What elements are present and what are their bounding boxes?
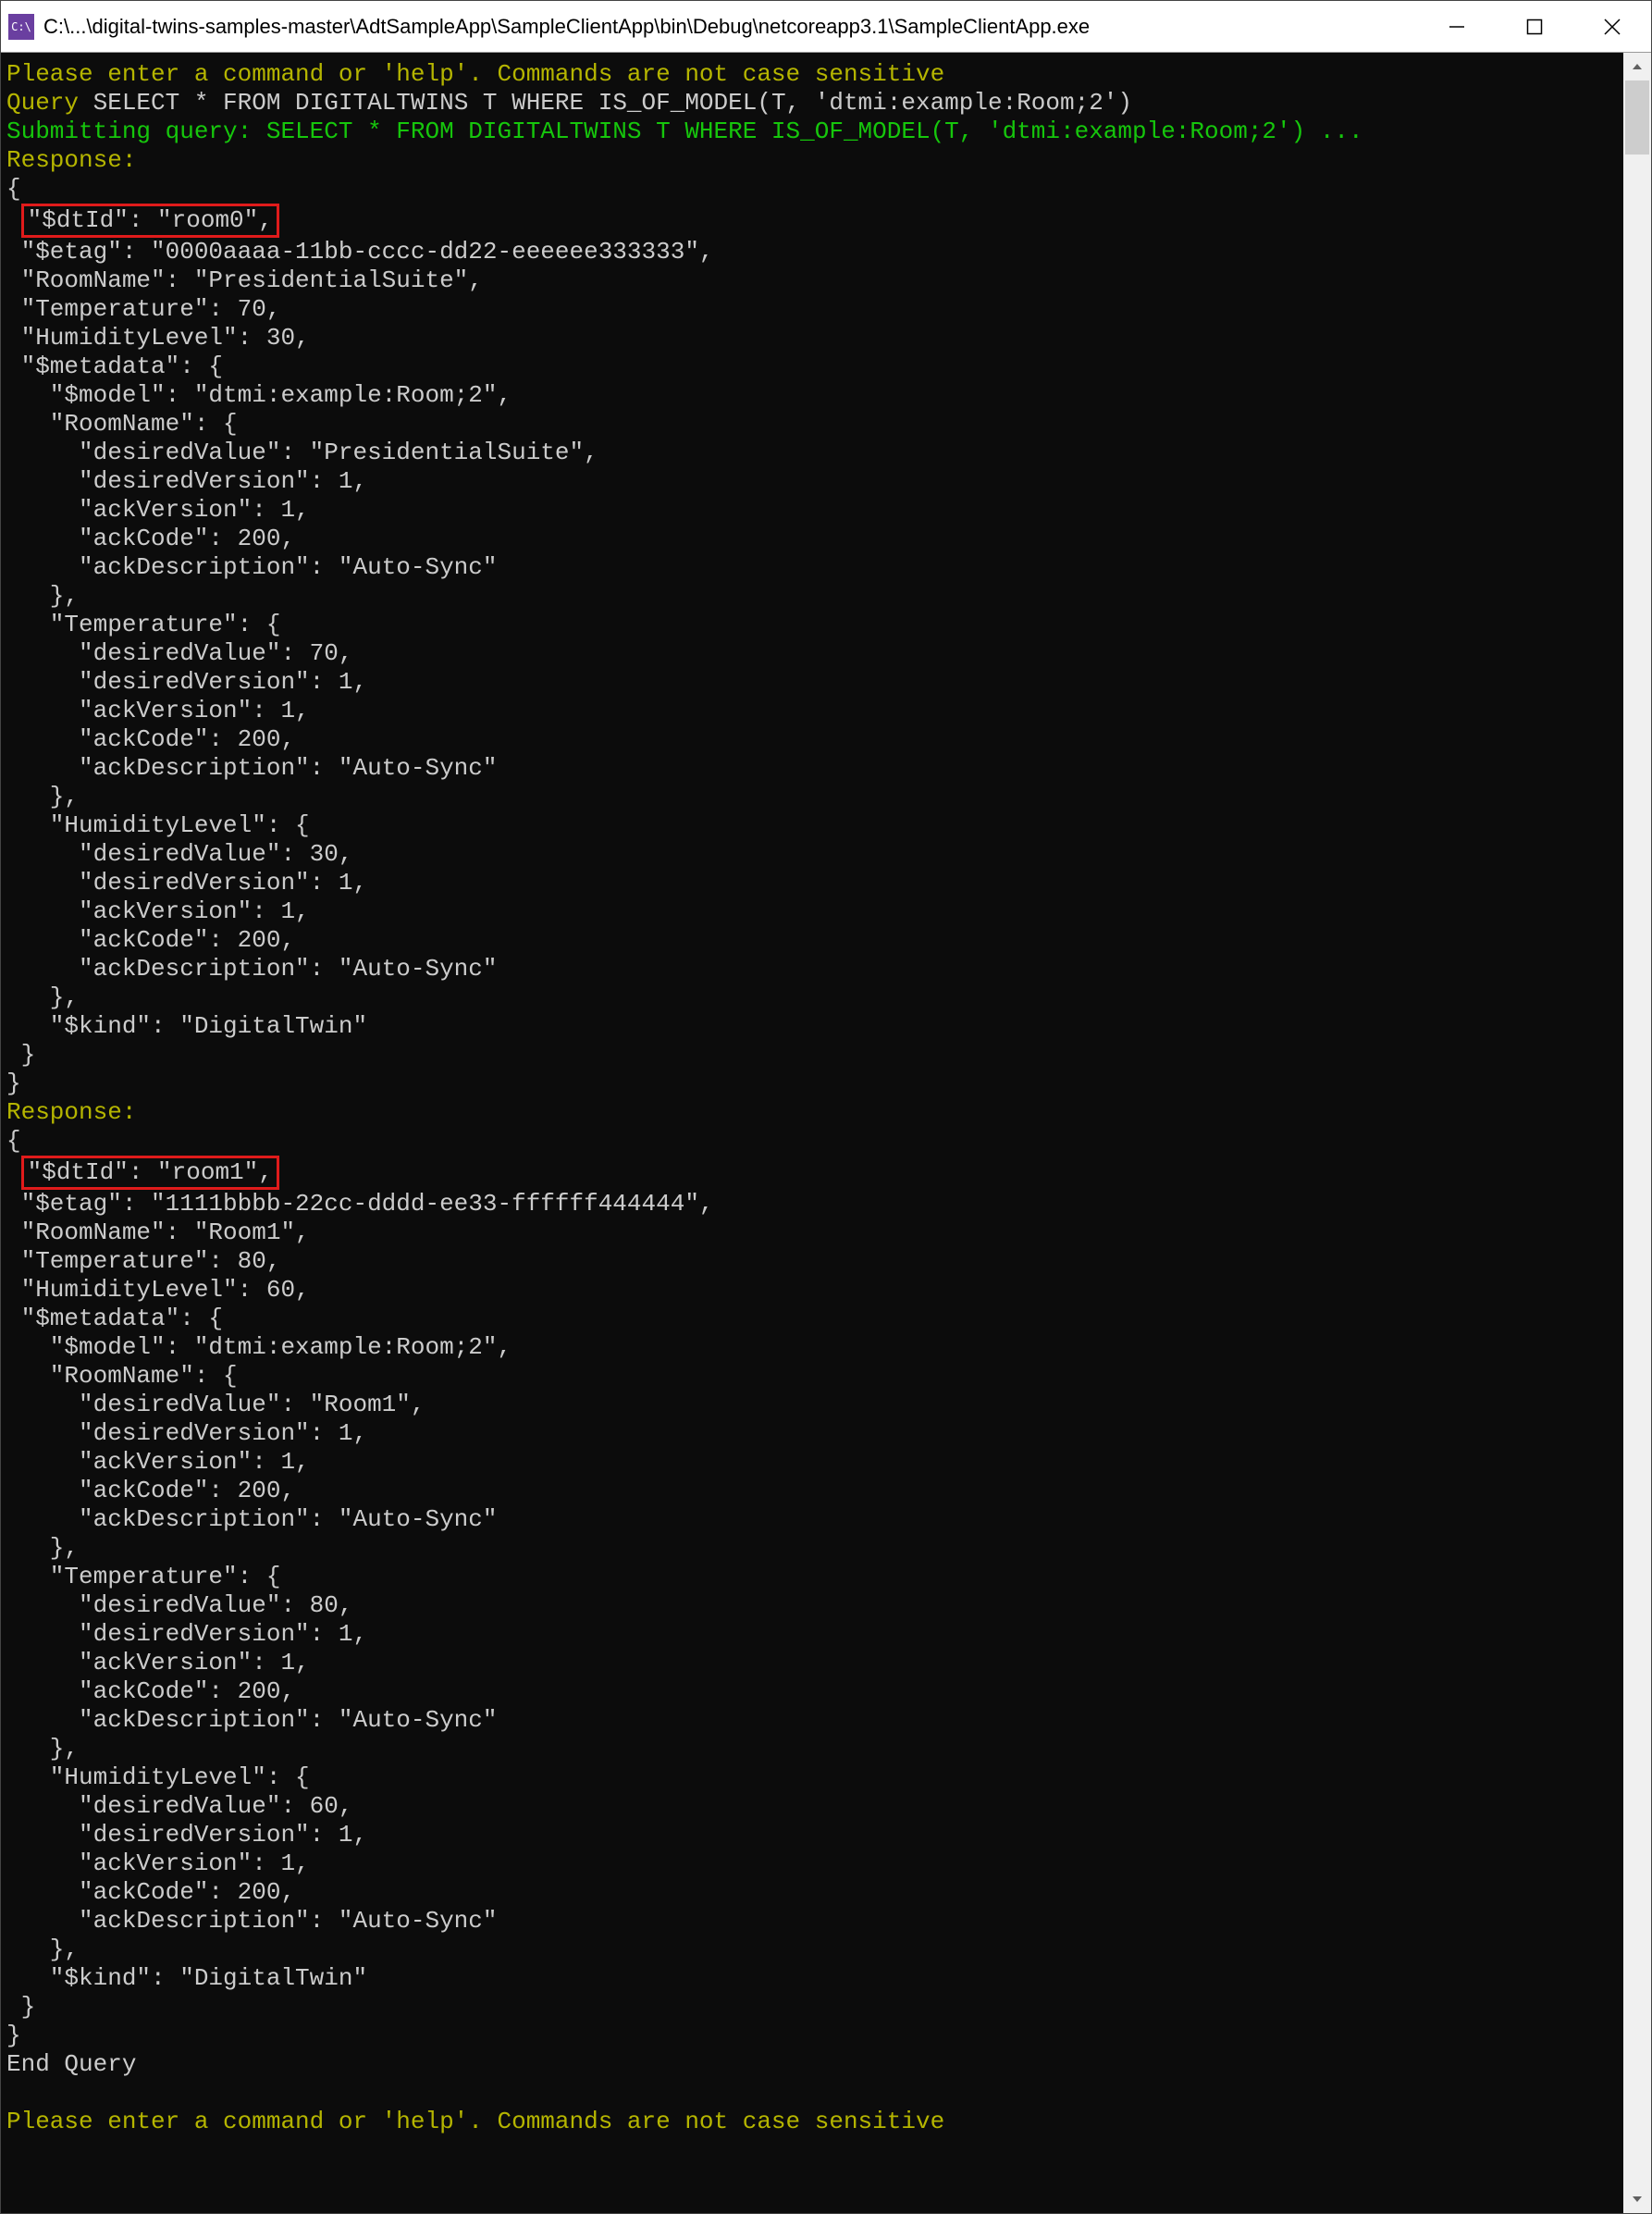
close-icon [1603, 18, 1621, 36]
json-line: "desiredValue": 60, [6, 1792, 1618, 1821]
json-line: "HumidityLevel": 60, [6, 1276, 1618, 1305]
json-line: "desiredVersion": 1, [6, 668, 1618, 697]
json-line: }, [6, 783, 1618, 811]
minimize-button[interactable] [1418, 1, 1496, 52]
json-line: "ackCode": 200, [6, 1878, 1618, 1907]
json-line: "desiredVersion": 1, [6, 1821, 1618, 1849]
minimize-icon [1449, 19, 1465, 35]
json-line: { [6, 175, 1618, 204]
close-button[interactable] [1573, 1, 1651, 52]
json-line: { [6, 1127, 1618, 1156]
json-line: } [6, 2022, 1618, 2050]
json-line: "desiredValue": 70, [6, 639, 1618, 668]
json-line: "ackVersion": 1, [6, 1649, 1618, 1677]
app-icon: C:\ [8, 14, 34, 40]
json-line: "desiredVersion": 1, [6, 1419, 1618, 1448]
vertical-scrollbar[interactable] [1623, 53, 1651, 2213]
json-line: "desiredValue": 80, [6, 1591, 1618, 1620]
scroll-up-arrow-icon[interactable] [1623, 53, 1651, 80]
json-dtid-line: "$dtId": "room1", [6, 1156, 1618, 1190]
json-line: "HumidityLevel": { [6, 1763, 1618, 1792]
prompt-line-2: Please enter a command or 'help'. Comman… [6, 2108, 1618, 2136]
json-line: }, [6, 582, 1618, 611]
json-line: "$metadata": { [6, 1305, 1618, 1333]
end-query-line: End Query [6, 2050, 1618, 2079]
json-line: "desiredValue": 30, [6, 840, 1618, 869]
json-line: "RoomName": "PresidentialSuite", [6, 266, 1618, 295]
json-line: "Temperature": { [6, 611, 1618, 639]
titlebar[interactable]: C:\ C:\...\digital-twins-samples-master\… [1, 1, 1651, 53]
json-line: } [6, 1070, 1618, 1098]
json-line: "desiredValue": "PresidentialSuite", [6, 439, 1618, 467]
response-label-1: Response: [6, 146, 1618, 175]
json-line: "ackVersion": 1, [6, 496, 1618, 525]
json-line: "ackDescription": "Auto-Sync" [6, 1706, 1618, 1735]
json-line: "ackCode": 200, [6, 926, 1618, 955]
query-label: Query [6, 89, 93, 117]
query-line: Query SELECT * FROM DIGITALTWINS T WHERE… [6, 89, 1618, 118]
app-window: C:\ C:\...\digital-twins-samples-master\… [0, 0, 1652, 2214]
json-line: "HumidityLevel": { [6, 811, 1618, 840]
json-line: "$etag": "1111bbbb-22cc-dddd-ee33-ffffff… [6, 1190, 1618, 1218]
json-line: "Temperature": { [6, 1563, 1618, 1591]
json-line: "$model": "dtmi:example:Room;2", [6, 381, 1618, 410]
json-line: "desiredVersion": 1, [6, 1620, 1618, 1649]
prompt-line: Please enter a command or 'help'. Comman… [6, 60, 1618, 89]
blank-line [6, 2079, 1618, 2108]
json-line: }, [6, 983, 1618, 1012]
json-line: "HumidityLevel": 30, [6, 324, 1618, 353]
window-controls [1418, 1, 1651, 52]
json-line: "ackDescription": "Auto-Sync" [6, 955, 1618, 983]
dtid-highlight-room1: "$dtId": "room1", [21, 1156, 279, 1190]
json-line: "ackVersion": 1, [6, 697, 1618, 725]
json-line: } [6, 1993, 1618, 2022]
json-line: "ackVersion": 1, [6, 1849, 1618, 1878]
dtid-highlight-room0: "$dtId": "room0", [21, 204, 279, 238]
response-label-2: Response: [6, 1098, 1618, 1127]
json-line: "Temperature": 70, [6, 295, 1618, 324]
json-line: "ackVersion": 1, [6, 1448, 1618, 1477]
json-line: "ackCode": 200, [6, 1477, 1618, 1505]
json-line: }, [6, 1936, 1618, 1964]
console-output[interactable]: Please enter a command or 'help'. Comman… [1, 53, 1623, 2213]
json-line: "ackDescription": "Auto-Sync" [6, 1907, 1618, 1936]
console-area: Please enter a command or 'help'. Comman… [1, 53, 1651, 2213]
json-line: "$model": "dtmi:example:Room;2", [6, 1333, 1618, 1362]
json-line: } [6, 1041, 1618, 1070]
json-line: }, [6, 1534, 1618, 1563]
json-line: "$kind": "DigitalTwin" [6, 1012, 1618, 1041]
json-line: }, [6, 1735, 1618, 1763]
json-line: "ackVersion": 1, [6, 897, 1618, 926]
json-line: "ackDescription": "Auto-Sync" [6, 1505, 1618, 1534]
json-line: "desiredVersion": 1, [6, 467, 1618, 496]
json-line: "ackDescription": "Auto-Sync" [6, 754, 1618, 783]
json-line: "$kind": "DigitalTwin" [6, 1964, 1618, 1993]
json-line: "ackDescription": "Auto-Sync" [6, 553, 1618, 582]
json-line: "RoomName": "Room1", [6, 1218, 1618, 1247]
scroll-thumb[interactable] [1625, 80, 1649, 155]
json-dtid-line: "$dtId": "room0", [6, 204, 1618, 238]
json-line: "desiredValue": "Room1", [6, 1391, 1618, 1419]
scroll-down-arrow-icon[interactable] [1623, 2185, 1651, 2213]
json-line: "RoomName": { [6, 410, 1618, 439]
maximize-button[interactable] [1496, 1, 1573, 52]
json-line: "$metadata": { [6, 353, 1618, 381]
json-line: "$etag": "0000aaaa-11bb-cccc-dd22-eeeeee… [6, 238, 1618, 266]
json-line: "ackCode": 200, [6, 1677, 1618, 1706]
json-line: "desiredVersion": 1, [6, 869, 1618, 897]
json-line: "ackCode": 200, [6, 525, 1618, 553]
json-line: "RoomName": { [6, 1362, 1618, 1391]
maximize-icon [1526, 19, 1543, 35]
query-text: SELECT * FROM DIGITALTWINS T WHERE IS_OF… [93, 89, 1132, 117]
submitting-line: Submitting query: SELECT * FROM DIGITALT… [6, 118, 1618, 146]
window-title: C:\...\digital-twins-samples-master\AdtS… [43, 15, 1418, 39]
json-line: "ackCode": 200, [6, 725, 1618, 754]
json-line: "Temperature": 80, [6, 1247, 1618, 1276]
